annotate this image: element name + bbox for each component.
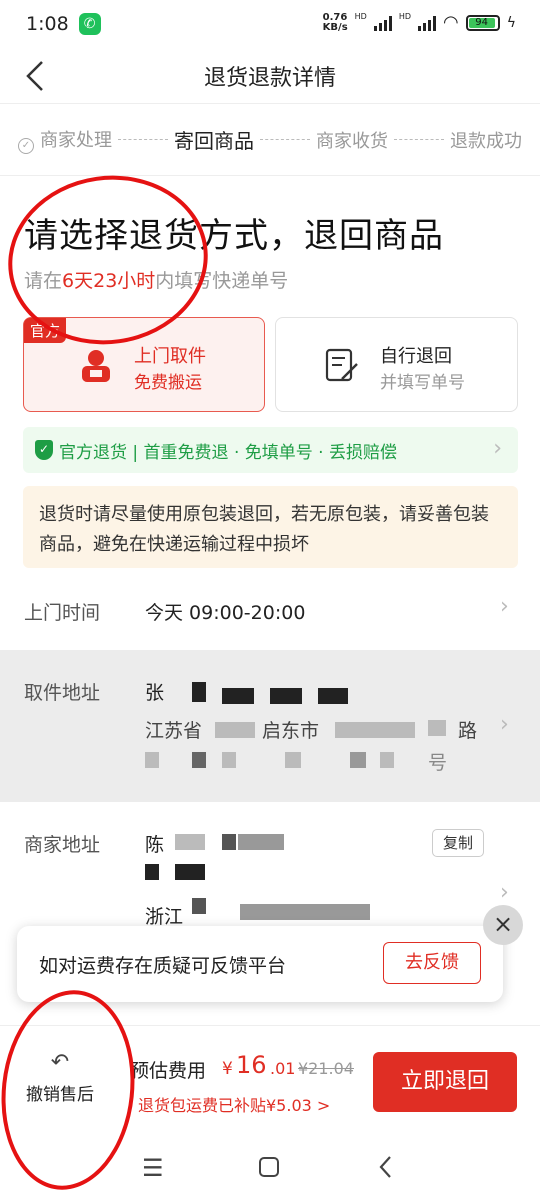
battery-icon: 94	[465, 14, 500, 31]
status-icons: 0.76 KB/s HD HD ◠ 94 ϟ	[323, 12, 516, 33]
feedback-toast: 如对运费存在质疑可反馈平台 去反馈	[17, 926, 503, 1002]
redaction	[238, 834, 284, 850]
feedback-button[interactable]: 去反馈	[383, 942, 481, 984]
official-tag: 官方	[24, 318, 67, 343]
battery-level: 94	[468, 17, 495, 28]
pickup-address-road: 路	[458, 720, 478, 742]
main-title: 请选择退货方式，退回商品	[24, 216, 444, 256]
system-nav-bar: ☰	[0, 1140, 540, 1200]
step-divider	[394, 139, 444, 140]
redaction	[175, 864, 205, 880]
status-time: 1:08	[26, 13, 69, 35]
pickup-address-label: 取件地址	[24, 682, 101, 704]
official-return-banner[interactable]: ✓ 官方退货 | 首重免费退 · 免填单号 · 丢损赔偿 ›	[23, 427, 518, 473]
pickup-address-province: 江苏省	[145, 720, 203, 742]
toast-text: 如对运费存在质疑可反馈平台	[39, 954, 287, 977]
chevron-right-icon: ›	[500, 594, 509, 619]
deadline-prefix: 请在	[24, 270, 63, 292]
packaging-notice: 退货时请尽量使用原包装退回，若无原包装，请妥善包装商品，避免在快递运输过程中损坏	[23, 486, 518, 568]
shield-check-icon: ✓	[35, 440, 53, 460]
merchant-address-name: 陈	[145, 834, 165, 856]
redaction	[285, 752, 301, 768]
pickup-address-name: 张	[145, 682, 165, 704]
step-divider	[260, 139, 310, 140]
menu-icon[interactable]: ☰	[142, 1154, 164, 1182]
hd-label-2: HD	[398, 12, 412, 21]
deadline-text: 请在6天23小时内填写快递单号	[24, 266, 288, 293]
redaction	[145, 752, 159, 768]
chevron-right-icon: ›	[493, 436, 502, 461]
cancel-label: 撤销售后	[26, 1085, 94, 1105]
step-label: 商家处理	[40, 129, 112, 151]
banner-text: 官方退货 | 首重免费退 · 免填单号 · 丢损赔偿	[59, 442, 397, 463]
step-merchant-processing: ✓ 商家处理	[18, 126, 112, 154]
pickup-time-value: 今天 09:00-20:00	[145, 602, 306, 624]
fee-amount: 16	[236, 1051, 267, 1079]
progress-steps: ✓ 商家处理 寄回商品 商家收货 退款成功	[0, 104, 540, 176]
redaction	[222, 688, 254, 704]
redaction	[380, 752, 394, 768]
header: 退货退款详情	[0, 48, 540, 104]
self-return-title: 自行退回	[380, 346, 452, 367]
courier-icon	[82, 350, 110, 382]
pickup-time-label: 上门时间	[24, 602, 101, 624]
redaction	[240, 904, 370, 920]
home-icon[interactable]	[258, 1156, 280, 1178]
pickup-subtitle: 免费搬运	[134, 373, 202, 393]
redaction	[192, 752, 206, 768]
close-icon[interactable]: ×	[483, 905, 523, 945]
deadline-suffix: 内填写快递单号	[155, 270, 289, 292]
check-circle-icon: ✓	[18, 137, 34, 154]
step-refund-success: 退款成功	[450, 130, 522, 152]
option-door-pickup[interactable]: 官方 上门取件 免费搬运	[23, 317, 265, 412]
redaction	[192, 682, 206, 702]
chevron-right-icon: ›	[500, 712, 509, 737]
copy-button[interactable]: 复制	[432, 829, 484, 857]
fee-original: ¥21.04	[298, 1059, 354, 1078]
cancel-after-sale-button[interactable]: ↶ 撤销售后	[12, 1050, 108, 1105]
deadline-time: 6天23小时	[62, 270, 156, 292]
merchant-address-label: 商家地址	[24, 834, 101, 856]
back-icon[interactable]	[376, 1154, 396, 1180]
redaction	[175, 834, 205, 850]
undo-icon: ↶	[50, 1050, 70, 1075]
wifi-icon: ◠	[443, 12, 459, 33]
step-merchant-receive: 商家收货	[316, 130, 388, 152]
edit-form-icon	[325, 348, 358, 382]
pickup-title: 上门取件	[134, 346, 206, 367]
step-return-goods: 寄回商品	[174, 129, 254, 153]
page-title: 退货退款详情	[203, 66, 336, 91]
signal-icon-2	[418, 15, 437, 31]
redaction	[145, 864, 159, 880]
signal-icon-1	[373, 15, 392, 31]
redaction	[428, 720, 446, 736]
redaction	[350, 752, 366, 768]
redaction	[318, 688, 348, 704]
redaction	[222, 834, 236, 850]
redaction	[335, 722, 415, 738]
fee-currency: ¥	[222, 1059, 233, 1079]
redaction	[215, 722, 255, 738]
redaction	[270, 688, 302, 704]
net-speed: 0.76 KB/s	[322, 11, 348, 33]
fee-decimal: .01	[270, 1059, 296, 1078]
step-divider	[118, 139, 168, 140]
bottom-bar: ↶ 撤销售后 预估费用 ¥ 16 .01 ¥21.04 退货包运费已补贴¥5.0…	[0, 1025, 540, 1140]
fee-label: 预估费用	[130, 1060, 207, 1082]
redaction	[192, 898, 206, 914]
self-return-subtitle: 并填写单号	[380, 373, 465, 393]
chevron-right-icon: ›	[500, 880, 509, 905]
option-self-return[interactable]: 自行退回 并填写单号	[275, 317, 518, 412]
phone-call-icon: ✆	[78, 13, 101, 35]
subsidy-link[interactable]: 退货包运费已补贴¥5.03 >	[138, 1092, 330, 1116]
pickup-address-city: 启东市	[262, 720, 320, 742]
redaction	[222, 752, 236, 768]
hd-label-1: HD	[354, 12, 367, 21]
return-now-button[interactable]: 立即退回	[373, 1052, 517, 1112]
merchant-address-province: 浙江	[145, 906, 184, 928]
charging-icon: ϟ	[506, 14, 516, 31]
pickup-address-number: 号	[428, 752, 448, 774]
status-bar: 1:08 ✆ 0.76 KB/s HD HD ◠ 94 ϟ	[0, 0, 540, 48]
